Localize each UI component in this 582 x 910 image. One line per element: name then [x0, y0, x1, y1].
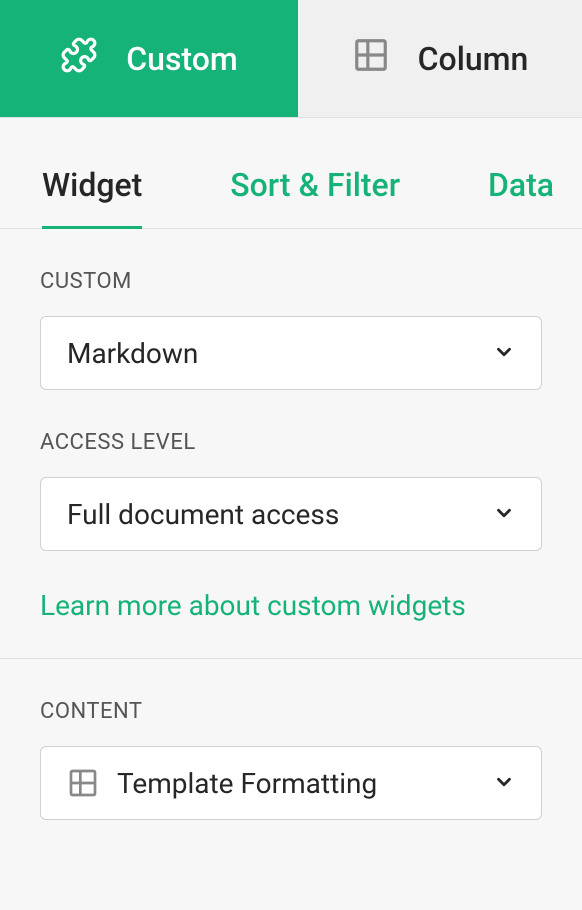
content-select-value: Template Formatting: [117, 767, 377, 800]
custom-section-label: Custom: [40, 269, 542, 294]
chevron-down-icon: [493, 337, 515, 370]
table-icon: [67, 767, 99, 799]
puzzle-icon: [60, 36, 98, 82]
sub-tab-widget[interactable]: Widget: [42, 166, 142, 229]
chevron-down-icon: [493, 498, 515, 531]
access-level-select[interactable]: Full document access: [40, 477, 542, 551]
top-tab-custom-label: Custom: [126, 40, 237, 78]
top-tab-column[interactable]: Column: [298, 0, 582, 117]
sub-tab-sort-filter[interactable]: Sort & Filter: [230, 166, 400, 228]
top-tab-column-label: Column: [418, 40, 529, 78]
table-icon: [352, 36, 390, 82]
access-level-section-label: Access Level: [40, 430, 542, 455]
custom-select-value: Markdown: [67, 337, 198, 370]
content-select[interactable]: Template Formatting: [40, 746, 542, 820]
chevron-down-icon: [493, 767, 515, 800]
sub-tab-data[interactable]: Data: [488, 166, 554, 228]
top-tab-custom[interactable]: Custom: [0, 0, 298, 117]
access-level-select-value: Full document access: [67, 498, 339, 531]
content-section-label: Content: [40, 699, 542, 724]
custom-select[interactable]: Markdown: [40, 316, 542, 390]
learn-more-link[interactable]: Learn more about custom widgets: [0, 551, 582, 658]
